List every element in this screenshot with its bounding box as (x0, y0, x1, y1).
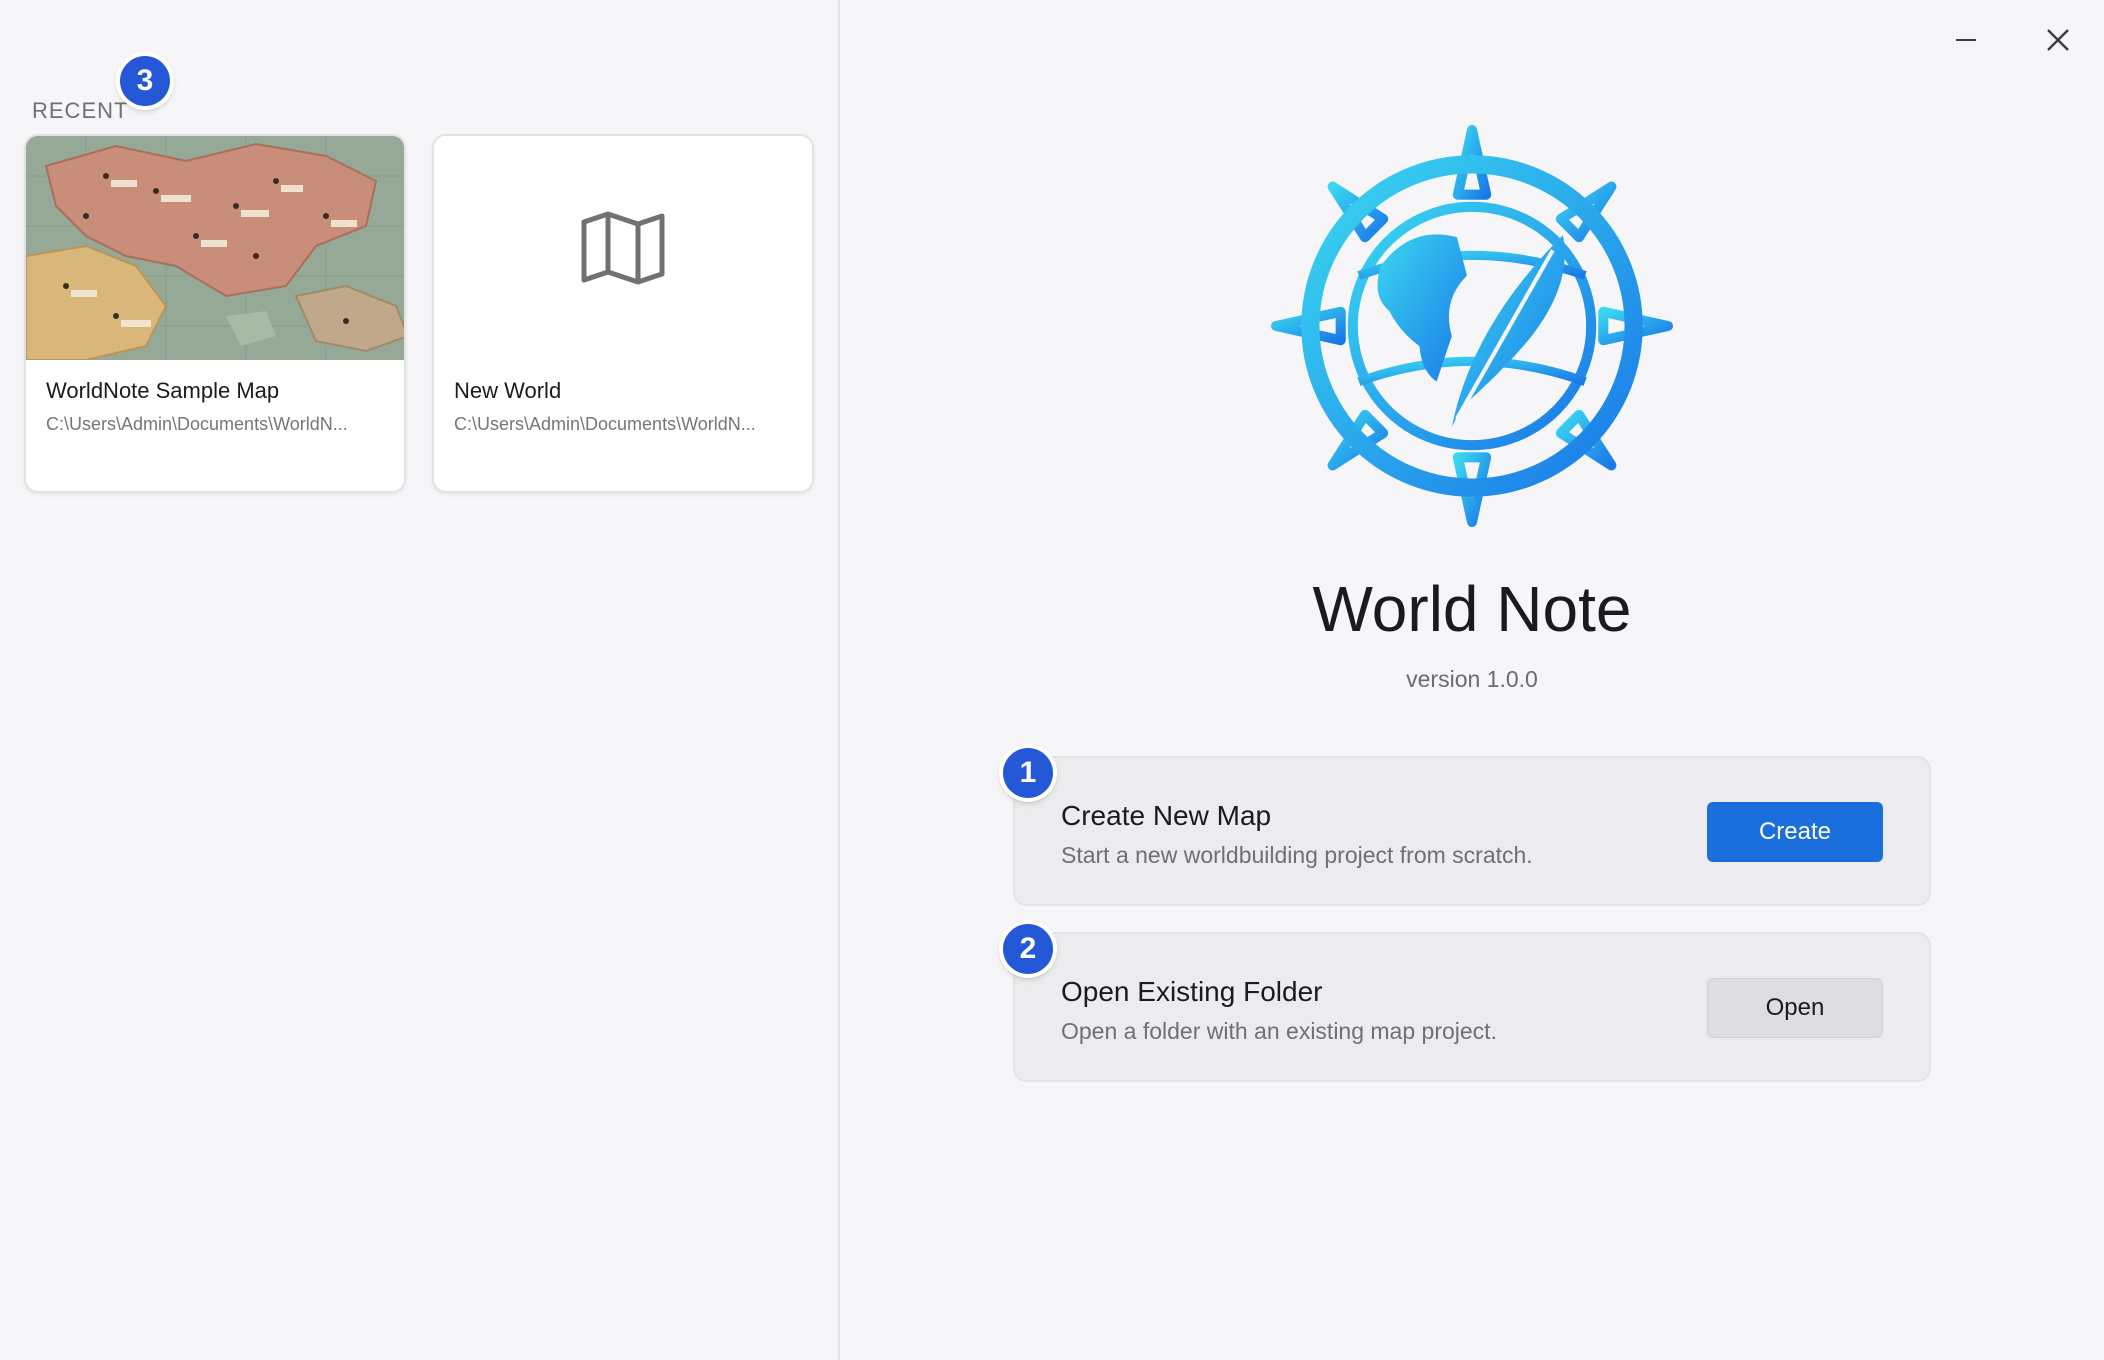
recent-panel: RECENT 3 WorldNote Sample Map C:\Users\A… (0, 0, 840, 1360)
close-icon (2047, 29, 2069, 51)
recent-card-path: C:\Users\Admin\Documents\WorldN... (46, 414, 348, 434)
recent-card-sample-map[interactable]: WorldNote Sample Map C:\Users\Admin\Docu… (24, 134, 406, 493)
compass-globe-quill-icon (1271, 125, 1673, 527)
step-badge-3: 3 (120, 56, 170, 106)
open-folder-title: Open Existing Folder (1061, 976, 1323, 1007)
minimize-button[interactable] (1941, 18, 1991, 62)
minimize-icon (1956, 39, 1976, 41)
create-button[interactable]: Create (1707, 802, 1883, 862)
recent-card-title: WorldNote Sample Map (46, 378, 280, 403)
recent-heading: RECENT (32, 98, 129, 123)
map-preview-thumbnail (26, 136, 404, 360)
recent-card-new-world[interactable]: New World C:\Users\Admin\Documents\World… (432, 134, 814, 493)
step-badge-1: 1 (1003, 748, 1053, 798)
map-placeholder (434, 136, 812, 360)
create-new-map-panel: Create New Map Start a new worldbuilding… (1013, 756, 1931, 906)
open-existing-folder-panel: Open Existing Folder Open a folder with … (1013, 932, 1931, 1082)
recent-card-path: C:\Users\Admin\Documents\WorldN... (454, 414, 756, 434)
create-new-map-title: Create New Map (1061, 800, 1272, 831)
recent-card-title: New World (454, 378, 562, 403)
step-badge-2: 2 (1003, 924, 1053, 974)
open-folder-description: Open a folder with an existing map proje… (1061, 1018, 1497, 1044)
open-button[interactable]: Open (1707, 978, 1883, 1038)
close-button[interactable] (2033, 18, 2083, 62)
app-version: version 1.0.0 (1406, 666, 1538, 692)
app-title: World Note (1312, 573, 1632, 645)
map-icon (581, 211, 665, 285)
create-new-map-description: Start a new worldbuilding project from s… (1061, 842, 1533, 868)
